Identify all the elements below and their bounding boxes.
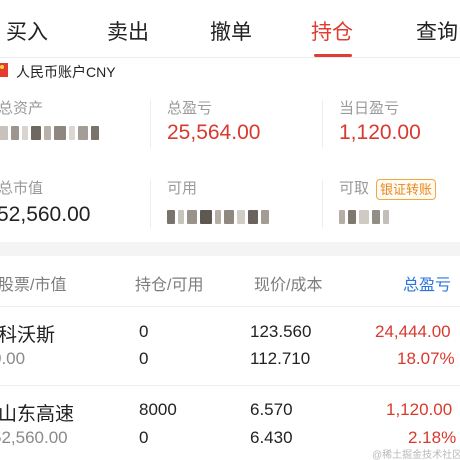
daily-pl-value: 1,120.00 [339, 121, 421, 144]
total-pl-amount: 1,120.00 [386, 400, 453, 419]
total-pl-percent: 18.07% [397, 349, 455, 368]
tab-cancel-order[interactable]: 撤单 [210, 16, 252, 46]
column-header-total-pl[interactable]: 总盈亏 [403, 271, 451, 295]
bank-transfer-button[interactable]: 银证转账 [376, 179, 437, 200]
summary-divider [322, 180, 323, 228]
position-qty: 0 [139, 322, 149, 341]
withdrawable-label: 可取 [339, 180, 370, 197]
stock-market-value: 0.00 [0, 349, 26, 368]
section-separator [0, 242, 460, 256]
position-qty: 8000 [139, 400, 177, 419]
tab-positions[interactable]: 持仓 [311, 16, 353, 46]
current-price: 6.570 [250, 400, 293, 419]
cost-price: 6.430 [250, 428, 293, 447]
tab-buy[interactable]: 买入 [6, 16, 48, 46]
available-qty: 0 [139, 349, 149, 368]
column-header-position-available: 持仓/可用 [135, 277, 204, 294]
column-header-price-cost: 现价/成本 [254, 277, 323, 294]
stock-name: 科沃斯 [0, 325, 56, 346]
row-divider [0, 385, 460, 386]
withdrawable-masked-value [339, 208, 389, 226]
total-pl-value: 25,564.00 [167, 121, 261, 144]
available-qty: 0 [139, 428, 149, 447]
daily-pl-label: 当日盈亏 [339, 100, 400, 117]
total-assets-label: 总资产 [0, 100, 44, 117]
available-masked-value [167, 208, 269, 226]
watermark: @稀土掘金技术社区 [372, 450, 460, 460]
account-label: 人民币账户CNY [16, 64, 116, 80]
trade-tab-bar: 买入 卖出 撤单 持仓 查询 [0, 0, 460, 58]
stock-name: 山东高速 [0, 404, 75, 425]
current-price: 123.560 [250, 322, 312, 341]
market-value-value: 52,560.00 [0, 203, 91, 226]
column-header-stock-market-value: 股票/市值 [0, 277, 67, 294]
table-header-divider [0, 306, 460, 307]
tab-sell[interactable]: 卖出 [107, 16, 149, 46]
summary-divider [322, 100, 323, 148]
cost-price: 112.710 [250, 349, 311, 368]
total-assets-masked-value [0, 124, 99, 142]
market-value-label: 总市值 [0, 180, 44, 197]
summary-divider [150, 180, 151, 228]
total-pl-amount: 24,444.00 [375, 322, 451, 341]
tab-query[interactable]: 查询 [416, 16, 458, 46]
summary-divider [150, 100, 151, 148]
available-label: 可用 [167, 180, 198, 197]
china-flag-icon [0, 63, 8, 77]
active-tab-indicator [314, 54, 352, 57]
total-pl-percent: 2.18% [408, 428, 457, 447]
total-pl-label: 总盈亏 [167, 100, 213, 117]
stock-market-value: 52,560.00 [0, 428, 68, 447]
